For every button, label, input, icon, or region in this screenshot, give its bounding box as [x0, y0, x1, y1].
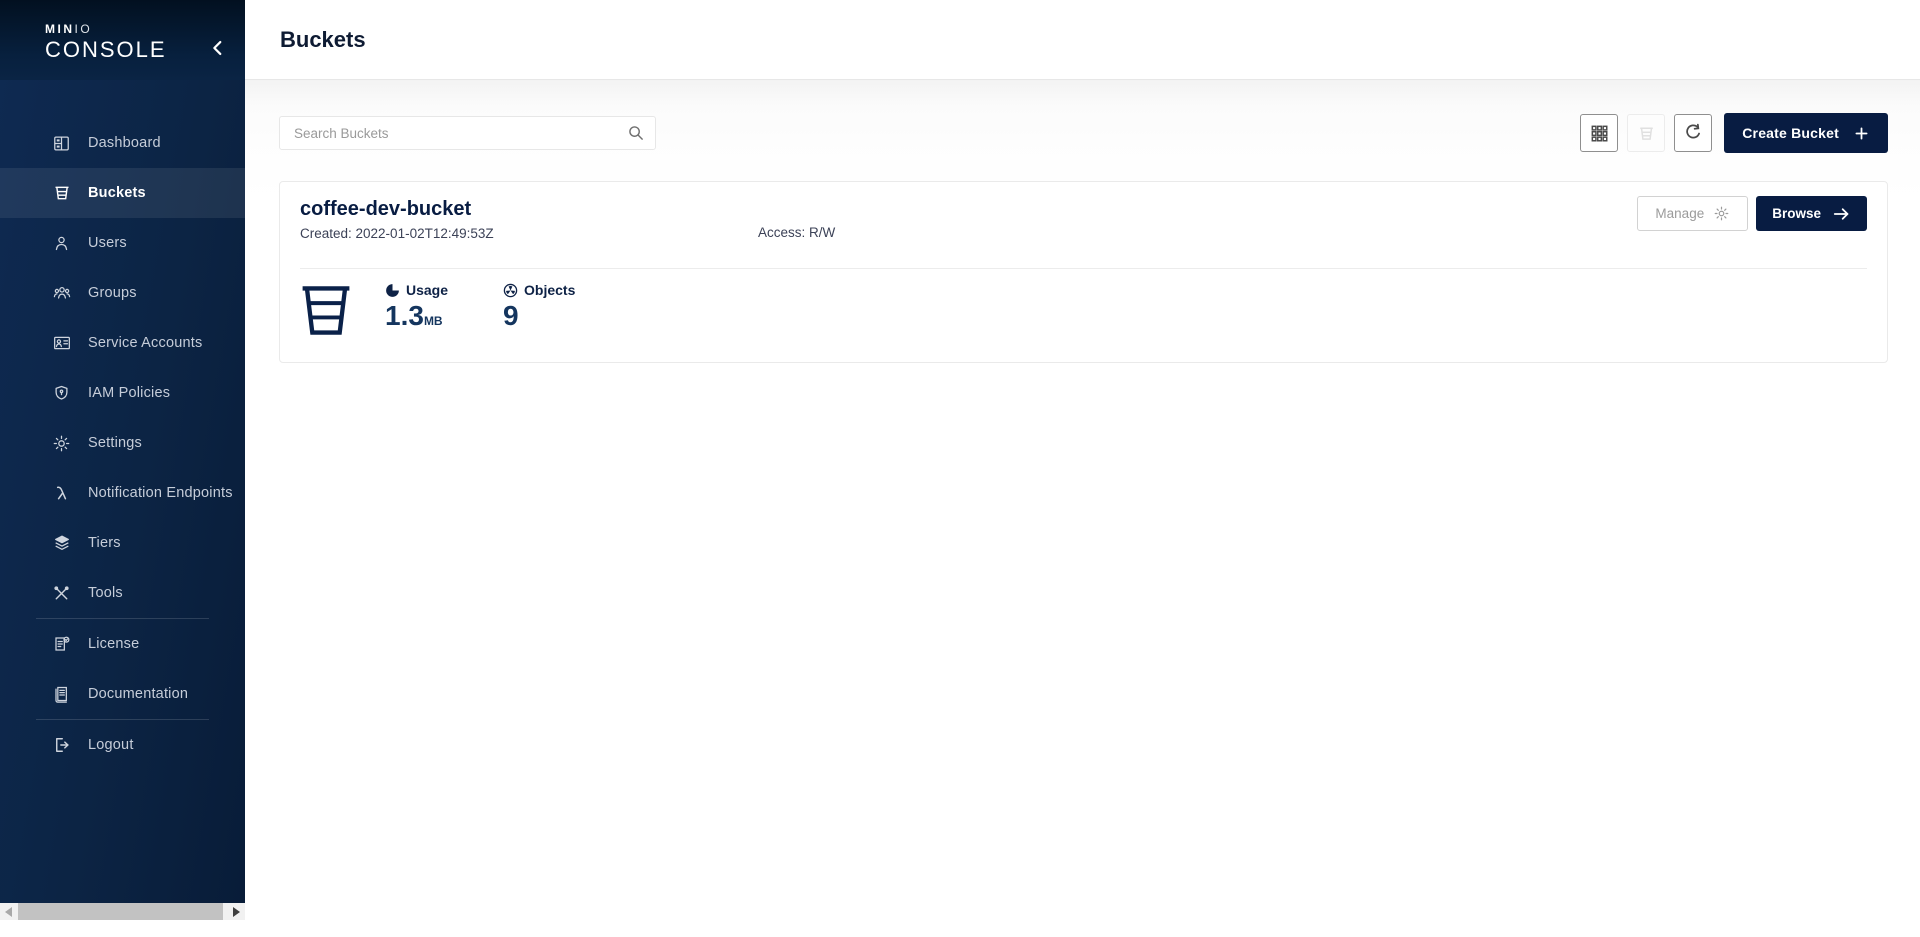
scroll-right-arrow[interactable]	[228, 903, 245, 920]
layers-icon	[52, 531, 78, 555]
sidebar-item-license[interactable]: License	[0, 619, 245, 669]
sidebar-item-label: Buckets	[88, 185, 146, 201]
sidebar-item-groups[interactable]: Groups	[0, 268, 245, 318]
manage-button[interactable]: Manage	[1637, 196, 1748, 231]
shield-icon	[52, 381, 78, 405]
objects-label: Objects	[524, 282, 575, 298]
sidebar-horizontal-scrollbar	[0, 903, 245, 920]
minio-logo: MINIO	[45, 22, 245, 36]
bucket-name-link[interactable]: coffee-dev-bucket	[300, 198, 471, 221]
usage-value: 1.3MB	[385, 302, 448, 330]
sidebar-item-documentation[interactable]: Documentation	[0, 669, 245, 719]
search-icon	[626, 123, 646, 143]
objects-value: 9	[503, 302, 575, 330]
search-wrap	[279, 116, 656, 150]
refresh-icon	[1682, 122, 1704, 144]
bucket-created-text: Created: 2022-01-02T12:49:53Z	[300, 226, 1867, 241]
sidebar-item-settings[interactable]: Settings	[0, 418, 245, 468]
sidebar-item-buckets[interactable]: Buckets	[0, 168, 245, 218]
dashboard-icon	[52, 131, 78, 155]
create-bucket-button[interactable]: Create Bucket	[1724, 113, 1888, 153]
user-icon	[52, 231, 78, 255]
sidebar-item-label: Settings	[88, 435, 142, 451]
search-buckets-input[interactable]	[279, 116, 656, 150]
sidebar-item-dashboard[interactable]: Dashboard	[0, 118, 245, 168]
arrow-right-icon	[1832, 206, 1851, 222]
bucket-card: coffee-dev-bucket Created: 2022-01-02T12…	[279, 181, 1888, 363]
sidebar-item-label: Tools	[88, 585, 123, 601]
chevron-left-icon	[207, 37, 231, 59]
objects-icon	[503, 283, 518, 298]
create-bucket-label: Create Bucket	[1742, 125, 1839, 141]
objects-metric: Objects 9	[503, 282, 575, 330]
bucket-icon	[300, 282, 352, 339]
sidebar-item-label: Notification Endpoints	[88, 485, 233, 501]
bucket-card-header: coffee-dev-bucket Created: 2022-01-02T12…	[300, 182, 1867, 268]
sidebar-item-label: IAM Policies	[88, 385, 170, 401]
main-area: Buckets	[245, 0, 1920, 937]
page-header: Buckets	[245, 0, 1920, 80]
buckets-toolbar: Create Bucket	[279, 113, 1888, 153]
objects-label-row: Objects	[503, 282, 575, 298]
sidebar-item-tools[interactable]: Tools	[0, 568, 245, 618]
license-icon	[52, 632, 78, 656]
sidebar-item-tiers[interactable]: Tiers	[0, 518, 245, 568]
sidebar: MINIO CONSOLE Dashboard Buckets Users	[0, 0, 245, 920]
sidebar-item-service-accounts[interactable]: Service Accounts	[0, 318, 245, 368]
usage-label: Usage	[406, 282, 448, 298]
sidebar-item-notification-endpoints[interactable]: Notification Endpoints	[0, 468, 245, 518]
lambda-icon	[52, 481, 78, 505]
usage-metric: Usage 1.3MB	[385, 282, 448, 330]
sidebar-item-label: Service Accounts	[88, 335, 202, 351]
sidebar-item-label: Dashboard	[88, 135, 161, 151]
page-title: Buckets	[280, 27, 366, 53]
usage-label-row: Usage	[385, 282, 448, 298]
toolbar-actions: Create Bucket	[1580, 113, 1888, 153]
gear-icon	[1713, 205, 1730, 222]
id-card-icon	[52, 331, 78, 355]
sidebar-header: MINIO CONSOLE	[0, 0, 245, 80]
grid-view-button[interactable]	[1580, 114, 1618, 152]
scrollbar-thumb[interactable]	[18, 903, 223, 920]
sidebar-item-iam-policies[interactable]: IAM Policies	[0, 368, 245, 418]
bucket-list-icon	[1636, 123, 1657, 144]
logout-icon	[52, 733, 78, 757]
bucket-card-body: Usage 1.3MB Objects 9	[300, 269, 1867, 339]
sidebar-item-label: Documentation	[88, 686, 188, 702]
sidebar-item-users[interactable]: Users	[0, 218, 245, 268]
sidebar-item-label: License	[88, 636, 139, 652]
sidebar-item-label: Users	[88, 235, 127, 251]
scroll-left-arrow[interactable]	[0, 903, 17, 920]
buckets-content: Create Bucket coffee-dev-bucket Created:…	[245, 80, 1920, 936]
sidebar-item-label: Tiers	[88, 535, 121, 551]
book-icon	[52, 682, 78, 706]
sidebar-collapse-button[interactable]	[207, 36, 231, 60]
manage-label: Manage	[1655, 206, 1704, 221]
bucket-access-text: Access: R/W	[758, 225, 835, 240]
browse-button[interactable]: Browse	[1756, 196, 1867, 231]
groups-icon	[52, 281, 78, 305]
list-view-button[interactable]	[1627, 114, 1665, 152]
bucket-card-buttons: Manage Browse	[1637, 196, 1867, 231]
sidebar-item-label: Logout	[88, 737, 134, 753]
browse-label: Browse	[1772, 206, 1821, 221]
sidebar-item-logout[interactable]: Logout	[0, 720, 245, 770]
sidebar-menu: Dashboard Buckets Users Groups Service A	[0, 80, 245, 770]
plus-icon	[1853, 125, 1870, 142]
sidebar-item-label: Groups	[88, 285, 137, 301]
usage-pie-icon	[385, 283, 400, 298]
grid-view-icon	[1589, 123, 1610, 144]
refresh-button[interactable]	[1674, 114, 1712, 152]
tools-icon	[52, 581, 78, 605]
gear-icon	[52, 431, 78, 455]
bucket-icon	[52, 181, 78, 205]
